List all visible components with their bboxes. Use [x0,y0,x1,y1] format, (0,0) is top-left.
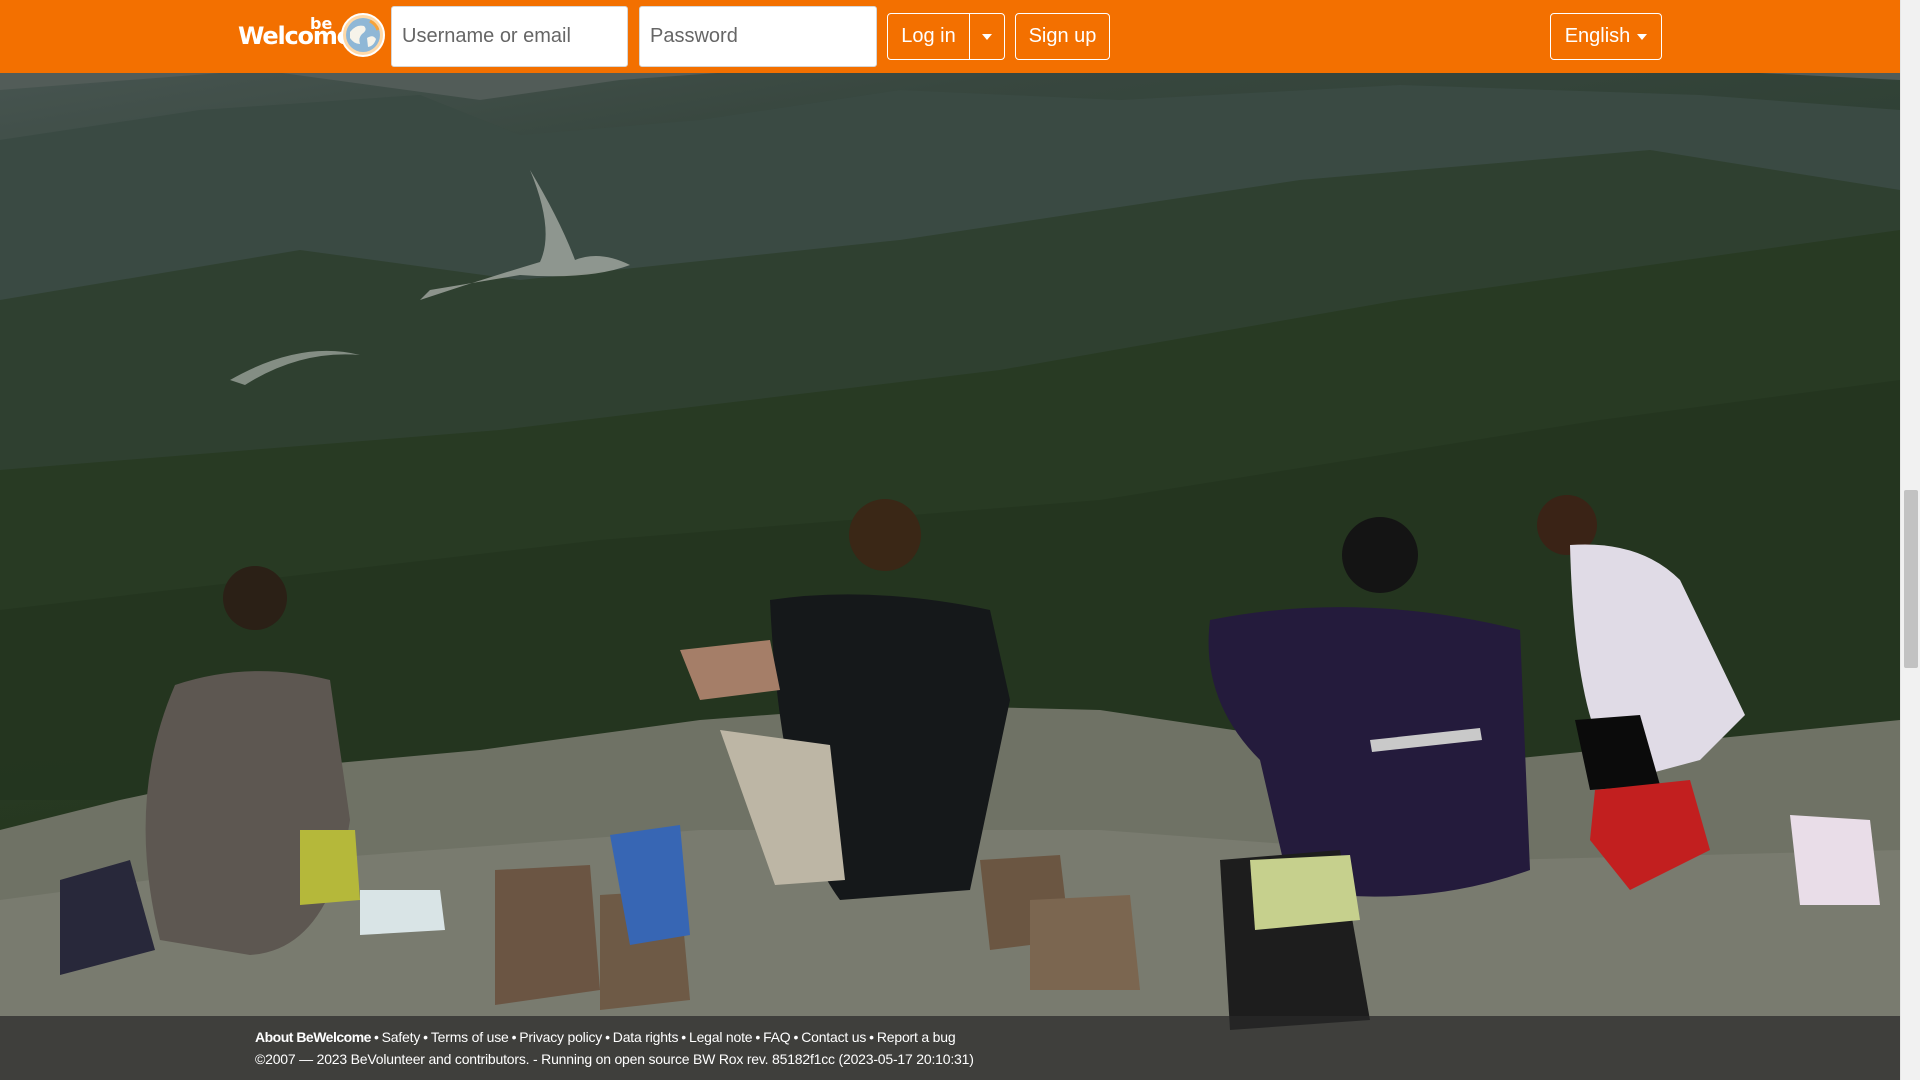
footer-link-contact[interactable]: Contact us [801,1029,866,1045]
page-footer: About BeWelcome • Safety • Terms of use • Priv… [0,1016,1900,1080]
signup-button[interactable]: Sign up [1015,13,1110,60]
scrollbar-thumb[interactable] [1904,490,1918,668]
footer-link-terms[interactable]: Terms of use [431,1029,509,1045]
footer-link-about[interactable]: About BeWelcome [255,1029,371,1045]
footer-separator: • [373,1029,379,1045]
top-navbar: Welcome be Log in Sign up English [0,0,1900,73]
footer-link-privacy[interactable]: Privacy policy [519,1029,602,1045]
footer-separator: • [681,1029,686,1045]
logo-wordmark: Welcome [238,22,353,50]
footer-link-data-rights[interactable]: Data rights [613,1029,679,1045]
footer-separator: • [423,1029,428,1045]
caret-down-icon [1637,33,1648,40]
globe-icon [341,13,385,57]
footer-separator: • [605,1029,610,1045]
language-selector[interactable]: English [1550,13,1662,60]
footer-separator: • [869,1029,874,1045]
signup-label: Sign up [1028,25,1097,47]
login-button-group: Log in [887,13,1005,60]
footer-separator: • [793,1029,799,1045]
bewelcome-logo[interactable]: Welcome be [236,12,386,58]
login-button[interactable]: Log in [888,14,970,59]
username-input[interactable] [391,6,628,67]
hero-background-photo [0,0,1900,1080]
language-label: English [1564,25,1631,47]
mountain-scene [0,0,1900,1080]
footer-link-legal-note[interactable]: Legal note [689,1029,753,1045]
logo-superscript: be [310,14,333,33]
vertical-scrollbar[interactable] [1900,0,1920,1080]
footer-link-safety[interactable]: Safety [382,1029,421,1045]
footer-separator: • [755,1029,761,1045]
footer-separator: • [511,1029,517,1045]
login-dropdown-toggle[interactable] [970,14,1004,59]
password-input[interactable] [639,6,877,67]
footer-link-faq[interactable]: FAQ [763,1029,791,1045]
caret-down-icon [982,33,992,40]
footer-links: About BeWelcome • Safety • Terms of use • Priv… [255,1029,956,1045]
footer-copyright: ©2007 — 2023 BeVolunteer and contributor… [255,1051,974,1067]
footer-link-report-bug[interactable]: Report a bug [877,1029,956,1045]
